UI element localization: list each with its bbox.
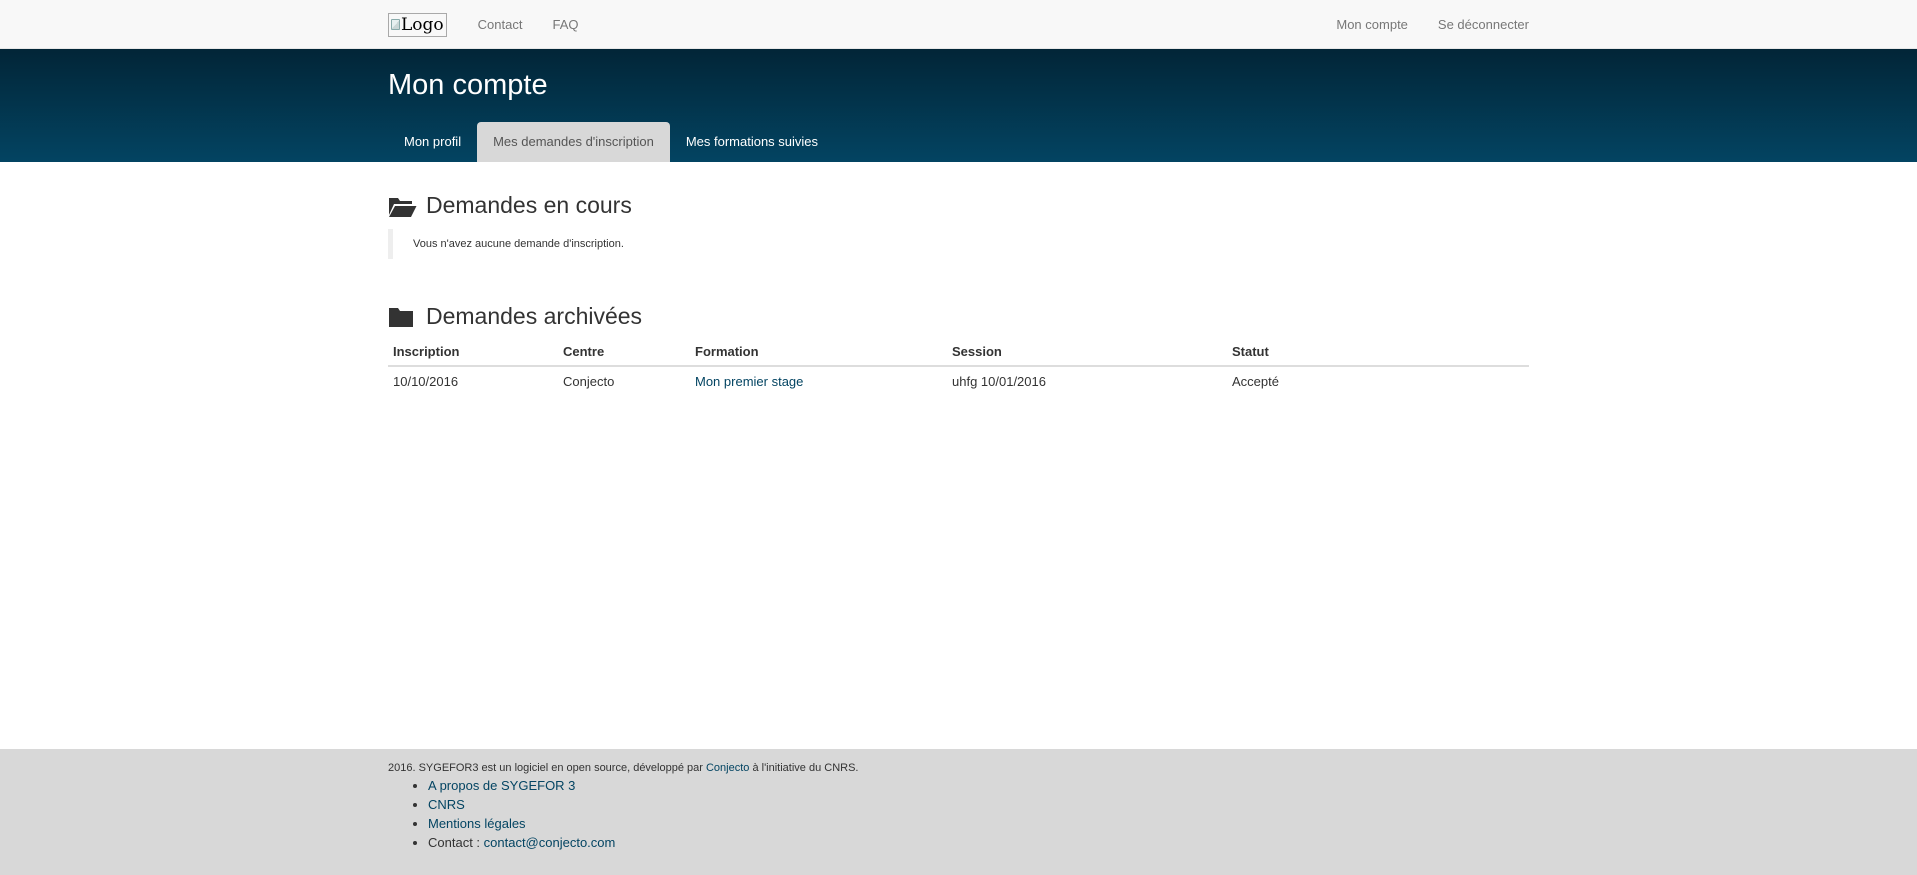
nav-left: Contact FAQ (464, 0, 594, 49)
footer-credits: 2016. SYGEFOR3 est un logiciel en open s… (388, 762, 1529, 774)
list-item: A propos de SYGEFOR 3 (428, 776, 1529, 795)
nav-link-contact[interactable]: Contact (464, 0, 538, 49)
main-content: Demandes en cours Vous n'avez aucune dem… (388, 192, 1529, 396)
column-header-centre: Centre (558, 344, 690, 367)
list-item: Contact : contact@conjecto.com (428, 833, 1529, 852)
table-header-row: Inscription Centre Formation Session Sta… (388, 344, 1529, 367)
nav-link-logout[interactable]: Se déconnecter (1423, 0, 1529, 49)
column-header-session: Session (947, 344, 1227, 367)
top-navbar: Logo Contact FAQ Mon compte Se déconnect… (0, 0, 1917, 49)
list-item: Mentions légales (428, 814, 1529, 833)
footer: 2016. SYGEFOR3 est un logiciel en open s… (0, 749, 1917, 875)
section-title-archived: Demandes archivées (388, 303, 1529, 330)
folder-icon (389, 307, 413, 327)
cell-session: uhfg 10/01/2016 (952, 374, 1046, 389)
tab-mes-formations[interactable]: Mes formations suivies (670, 122, 834, 162)
nav-link-mon-compte[interactable]: Mon compte (1321, 0, 1423, 49)
section-title-archived-text: Demandes archivées (426, 303, 643, 329)
column-header-statut: Statut (1227, 344, 1529, 367)
tab-mon-profil[interactable]: Mon profil (388, 122, 477, 162)
cell-inscription: 10/10/2016 (393, 374, 459, 389)
list-item: CNRS (428, 795, 1529, 814)
footer-links: A propos de SYGEFOR 3 CNRS Mentions léga… (388, 776, 1529, 852)
section-title-current-text: Demandes en cours (426, 192, 632, 218)
folder-open-icon (389, 197, 417, 217)
footer-contact-label: Contact : (428, 835, 484, 850)
account-tabs: Mon profil Mes demandes d'inscription Me… (388, 122, 1529, 162)
cell-centre: Conjecto (563, 374, 615, 389)
tab-mes-demandes[interactable]: Mes demandes d'inscription (477, 122, 670, 162)
footer-link-cnrs[interactable]: CNRS (428, 797, 465, 812)
formation-link[interactable]: Mon premier stage (695, 374, 803, 389)
column-header-inscription: Inscription (388, 344, 558, 367)
empty-requests-notice: Vous n'avez aucune demande d'inscription… (388, 229, 1529, 259)
footer-link-legal[interactable]: Mentions légales (428, 816, 526, 831)
footer-link-about[interactable]: A propos de SYGEFOR 3 (428, 778, 575, 793)
page-header: Mon compte Mon profil Mes demandes d'ins… (0, 49, 1917, 162)
column-header-formation: Formation (690, 344, 947, 367)
cell-statut: Accepté (1232, 374, 1279, 389)
footer-contact-email[interactable]: contact@conjecto.com (484, 835, 616, 850)
logo-alt-text: Logo (401, 14, 444, 35)
logo[interactable]: Logo (388, 12, 447, 37)
nav-right: Mon compte Se déconnecter (1321, 0, 1529, 49)
cell-formation: Mon premier stage (690, 366, 947, 396)
broken-image-icon (391, 19, 400, 30)
current-requests-section: Demandes en cours Vous n'avez aucune dem… (388, 192, 1529, 259)
nav-link-faq[interactable]: FAQ (537, 0, 593, 49)
archived-requests-section: Demandes archivées Inscription Centre Fo… (388, 303, 1529, 396)
page-title: Mon compte (388, 69, 548, 101)
footer-text-prefix: 2016. SYGEFOR3 est un logiciel en open s… (388, 762, 706, 774)
footer-conjecto-link[interactable]: Conjecto (706, 762, 749, 774)
table-row: 10/10/2016 Conjecto Mon premier stage uh… (388, 366, 1529, 396)
archived-requests-table: Inscription Centre Formation Session Sta… (388, 344, 1529, 396)
footer-text-suffix: à l'initiative du CNRS. (749, 762, 859, 774)
section-title-current: Demandes en cours (388, 192, 1529, 219)
